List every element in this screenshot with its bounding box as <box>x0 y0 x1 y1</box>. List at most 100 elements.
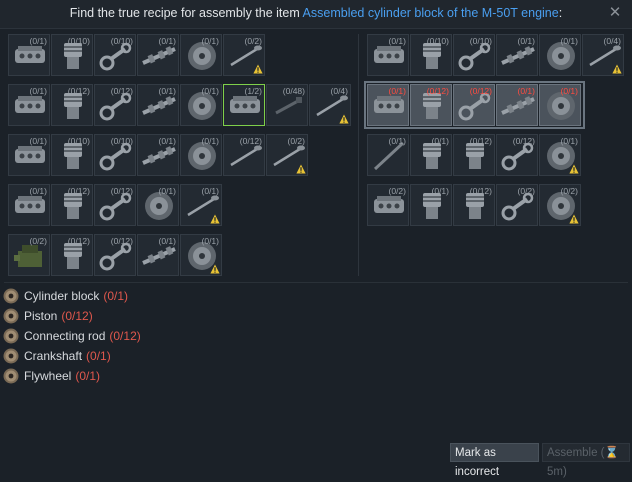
requirement-name: Piston <box>24 309 58 323</box>
flywheel-slot[interactable]: (0/2) <box>539 184 581 226</box>
piston-slot[interactable]: (0/10) <box>51 34 93 76</box>
close-icon[interactable]: ✕ <box>607 5 623 21</box>
bolt-slot[interactable]: (0/48) <box>266 84 308 126</box>
slot-count: (0/1) <box>201 136 219 146</box>
warning-icon <box>339 114 349 124</box>
connecting-rod-slot[interactable]: (0/12) <box>453 84 495 126</box>
connecting-rod-slot[interactable]: (0/12) <box>94 234 136 276</box>
recipe-row[interactable]: (0/2) (0/12) (0/12) (0/1) (0/1) <box>8 234 223 276</box>
slot-count: (0/10) <box>67 36 90 46</box>
crankshaft-slot[interactable]: (0/1) <box>137 34 179 76</box>
cylinder-block-slot[interactable]: (0/1) <box>8 134 50 176</box>
connecting-rod-slot[interactable]: (0/10) <box>453 34 495 76</box>
connecting-rod-slot[interactable]: (0/10) <box>94 134 136 176</box>
slot-count: (0/1) <box>29 36 47 46</box>
flywheel-slot[interactable]: (0/1) <box>180 84 222 126</box>
requirement-count: (0/12) <box>61 309 93 323</box>
cylinder-block-slot[interactable]: (0/1) <box>8 184 50 226</box>
gear-icon <box>3 348 19 364</box>
requirement-name: Crankshaft <box>24 349 83 363</box>
mark-incorrect-button[interactable]: Mark as incorrect <box>450 443 539 478</box>
valve-slot[interactable]: (0/2) <box>266 134 308 176</box>
assemble-button[interactable]: Assemble (⌛ 5m) <box>542 443 630 478</box>
valve-slot[interactable]: (0/1) <box>180 184 222 226</box>
recipe-row[interactable]: (0/1) (0/12) (0/12) (0/1) (0/1) <box>367 84 582 126</box>
crankshaft-slot[interactable]: (0/1) <box>137 234 179 276</box>
slot-count: (0/12) <box>469 186 492 196</box>
target-item-link[interactable]: Assembled cylinder block of the M-50T en… <box>303 6 559 20</box>
slot-count: (0/1) <box>29 186 47 196</box>
slot-count: (0/12) <box>239 136 262 146</box>
valve-slot[interactable]: (0/4) <box>582 34 624 76</box>
requirement-item: Crankshaft (0/1) <box>2 346 141 366</box>
recipe-row[interactable]: (0/1) (0/10) (0/10) (0/1) (0/1) (0/4) <box>367 34 625 76</box>
cylinder-block-slot[interactable]: (0/1) <box>8 84 50 126</box>
slot-count: (0/2) <box>29 236 47 246</box>
valve-slot[interactable]: (0/4) <box>309 84 351 126</box>
valve-slot[interactable]: (0/2) <box>223 34 265 76</box>
valve-slot[interactable]: (0/12) <box>223 134 265 176</box>
connecting-rod-slot[interactable]: (0/12) <box>496 134 538 176</box>
recipe-row[interactable]: (0/1) (0/12) (0/12) (0/1) (0/1) (1/2) (0/48) (0… <box>8 84 352 126</box>
crankshaft-slot[interactable]: (0/1) <box>496 34 538 76</box>
requirement-count: (0/1) <box>75 369 101 383</box>
crankshaft-slot[interactable]: (0/1) <box>496 84 538 126</box>
piston-slot[interactable]: (0/12) <box>453 184 495 226</box>
slot-count: (0/1) <box>201 36 219 46</box>
slot-count: (0/1) <box>388 136 406 146</box>
slot-count: (0/1) <box>158 136 176 146</box>
piston-slot[interactable]: (0/1) <box>410 134 452 176</box>
flywheel-slot[interactable]: (0/1) <box>180 234 222 276</box>
crankshaft-slot[interactable]: (0/1) <box>137 84 179 126</box>
recipe-row[interactable]: (0/1) (0/12) (0/12) (0/1) (0/1) <box>8 184 223 226</box>
warning-icon <box>612 64 622 74</box>
slot-count: (0/10) <box>110 136 133 146</box>
gear-icon <box>3 288 19 304</box>
flywheel-slot[interactable]: (0/1) <box>180 134 222 176</box>
slot-count: (0/2) <box>517 186 535 196</box>
piston-slot[interactable]: (0/10) <box>410 34 452 76</box>
slot-count: (0/12) <box>67 186 90 196</box>
slot-count: (0/10) <box>110 36 133 46</box>
connecting-rod-slot[interactable]: (0/12) <box>94 84 136 126</box>
flywheel-slot[interactable]: (0/1) <box>539 134 581 176</box>
flywheel-slot[interactable]: (0/1) <box>539 34 581 76</box>
slot-count: (0/1) <box>201 186 219 196</box>
engine-slot[interactable]: (0/2) <box>8 234 50 276</box>
warning-icon <box>210 214 220 224</box>
slot-count: (0/48) <box>282 86 305 96</box>
piston-slot[interactable]: (0/12) <box>410 84 452 126</box>
recipe-row[interactable]: (0/1) (0/1) (0/12) (0/12) (0/1) <box>367 134 582 176</box>
cylinder-block-slot[interactable]: (0/1) <box>367 34 409 76</box>
recipe-row[interactable]: (0/1) (0/10) (0/10) (0/1) (0/1) (0/12) (0/2) <box>8 134 309 176</box>
slot-count: (0/1) <box>201 86 219 96</box>
cylinder-block-slot[interactable]: (0/1) <box>367 84 409 126</box>
piston-slot[interactable]: (0/1) <box>410 184 452 226</box>
piston-slot[interactable]: (0/12) <box>51 234 93 276</box>
piston-slot[interactable]: (0/12) <box>51 184 93 226</box>
slot-count: (0/2) <box>388 186 406 196</box>
cylinder-block-slot[interactable]: (0/2) <box>367 184 409 226</box>
slot-count: (0/12) <box>110 86 133 96</box>
cylinder-block-slot[interactable]: (1/2) <box>223 84 265 126</box>
rod-slot[interactable]: (0/1) <box>367 134 409 176</box>
piston-slot[interactable]: (0/12) <box>51 84 93 126</box>
piston-slot[interactable]: (0/10) <box>51 134 93 176</box>
connecting-rod-slot[interactable]: (0/10) <box>94 34 136 76</box>
recipe-row[interactable]: (0/1) (0/10) (0/10) (0/1) (0/1) (0/2) <box>8 34 266 76</box>
connecting-rod-slot[interactable]: (0/12) <box>94 184 136 226</box>
recipe-row[interactable]: (0/2) (0/1) (0/12) (0/2) (0/2) <box>367 184 582 226</box>
title-text: Find the true recipe for assembly the it… <box>69 6 303 20</box>
flywheel-slot[interactable]: (0/1) <box>539 84 581 126</box>
slot-count: (0/1) <box>201 236 219 246</box>
piston-slot[interactable]: (0/12) <box>453 134 495 176</box>
requirement-item: Connecting rod (0/12) <box>2 326 141 346</box>
requirement-count: (0/1) <box>103 289 129 303</box>
flywheel-slot[interactable]: (0/1) <box>180 34 222 76</box>
flywheel-slot[interactable]: (0/1) <box>137 184 179 226</box>
connecting-rod-slot[interactable]: (0/2) <box>496 184 538 226</box>
slot-count: (0/4) <box>330 86 348 96</box>
crankshaft-slot[interactable]: (0/1) <box>137 134 179 176</box>
cylinder-block-slot[interactable]: (0/1) <box>8 34 50 76</box>
slot-count: (0/1) <box>158 186 176 196</box>
